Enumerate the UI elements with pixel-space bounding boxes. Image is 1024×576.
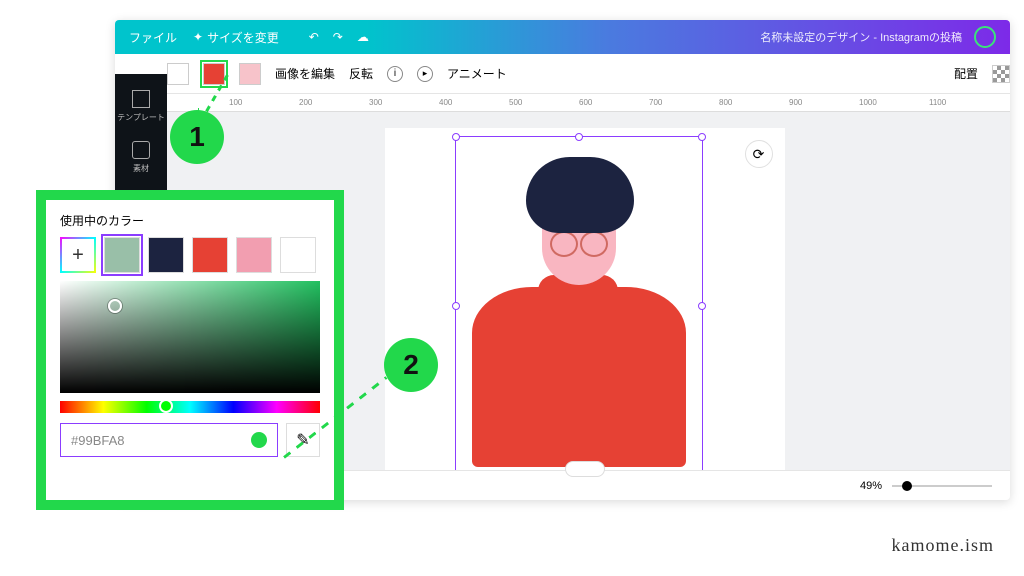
saturation-brightness-picker[interactable] <box>60 281 320 393</box>
undo-icon[interactable]: ↶ <box>309 30 319 44</box>
crown-icon: ✦ <box>193 30 203 44</box>
zoom-knob[interactable] <box>902 481 912 491</box>
animate-button[interactable]: アニメート <box>447 65 507 82</box>
page-switcher[interactable] <box>565 461 605 477</box>
swatch-3[interactable] <box>192 237 228 273</box>
zoom-slider[interactable] <box>892 485 992 487</box>
hex-value: #99BFA8 <box>71 433 125 448</box>
context-toolbar: 画像を編集 反転 i ▸ アニメート 配置 <box>115 54 1010 94</box>
swatch-row: + <box>60 237 320 273</box>
animate-icon: ▸ <box>417 66 433 82</box>
reset-icon[interactable]: ⟳ <box>745 140 773 168</box>
sb-cursor[interactable] <box>108 299 122 313</box>
zoom-value[interactable]: 49% <box>860 480 882 492</box>
resize-handle[interactable] <box>698 302 706 310</box>
resize-handle[interactable] <box>452 302 460 310</box>
account-indicator-icon[interactable] <box>974 26 996 48</box>
swatch-4[interactable] <box>236 237 272 273</box>
templates-icon <box>132 90 150 108</box>
selection-box[interactable] <box>455 136 703 476</box>
color-panel-title: 使用中のカラー <box>60 212 320 229</box>
color-swatch-white[interactable] <box>167 63 189 85</box>
annotation-badge-2: 2 <box>384 338 438 392</box>
hue-knob[interactable] <box>159 399 173 413</box>
elements-icon <box>132 141 150 159</box>
swatch-2[interactable] <box>148 237 184 273</box>
ruler-horizontal: 100 200 300 400 500 600 700 800 900 1000… <box>159 94 1010 112</box>
top-bar: ファイル ✦ サイズを変更 ↶ ↷ ☁ 名称未設定のデザイン - Instagr… <box>115 20 1010 54</box>
swatch-1[interactable] <box>104 237 140 273</box>
flip-button[interactable]: 反転 <box>349 65 373 82</box>
transparency-icon[interactable] <box>992 65 1010 83</box>
resize-handle[interactable] <box>698 133 706 141</box>
cloud-sync-icon[interactable]: ☁ <box>357 30 369 44</box>
current-color-dot <box>251 432 267 448</box>
document-title: 名称未設定のデザイン - Instagramの投稿 <box>760 29 962 45</box>
redo-icon[interactable]: ↷ <box>333 30 343 44</box>
illustration-image[interactable] <box>456 137 702 475</box>
position-button[interactable]: 配置 <box>954 65 978 82</box>
swatch-5[interactable] <box>280 237 316 273</box>
resize-menu[interactable]: ✦ サイズを変更 <box>193 29 279 46</box>
design-canvas[interactable]: ⟳ <box>385 128 785 488</box>
edit-image-button[interactable]: 画像を編集 <box>275 65 335 82</box>
add-color-button[interactable]: + <box>60 237 96 273</box>
info-icon[interactable]: i <box>387 66 403 82</box>
resize-handle[interactable] <box>575 133 583 141</box>
resize-handle[interactable] <box>452 133 460 141</box>
nav-templates[interactable]: テンプレート <box>117 90 165 123</box>
color-panel: 使用中のカラー + #99BFA8 ✎ <box>36 190 344 510</box>
hue-slider[interactable] <box>60 401 320 413</box>
nav-elements[interactable]: 素材 <box>132 141 150 174</box>
hex-input[interactable]: #99BFA8 <box>60 423 278 457</box>
signature: kamome.ism <box>892 535 995 556</box>
file-menu[interactable]: ファイル <box>129 29 177 46</box>
color-swatch-pink[interactable] <box>239 63 261 85</box>
annotation-badge-1: 1 <box>170 110 224 164</box>
